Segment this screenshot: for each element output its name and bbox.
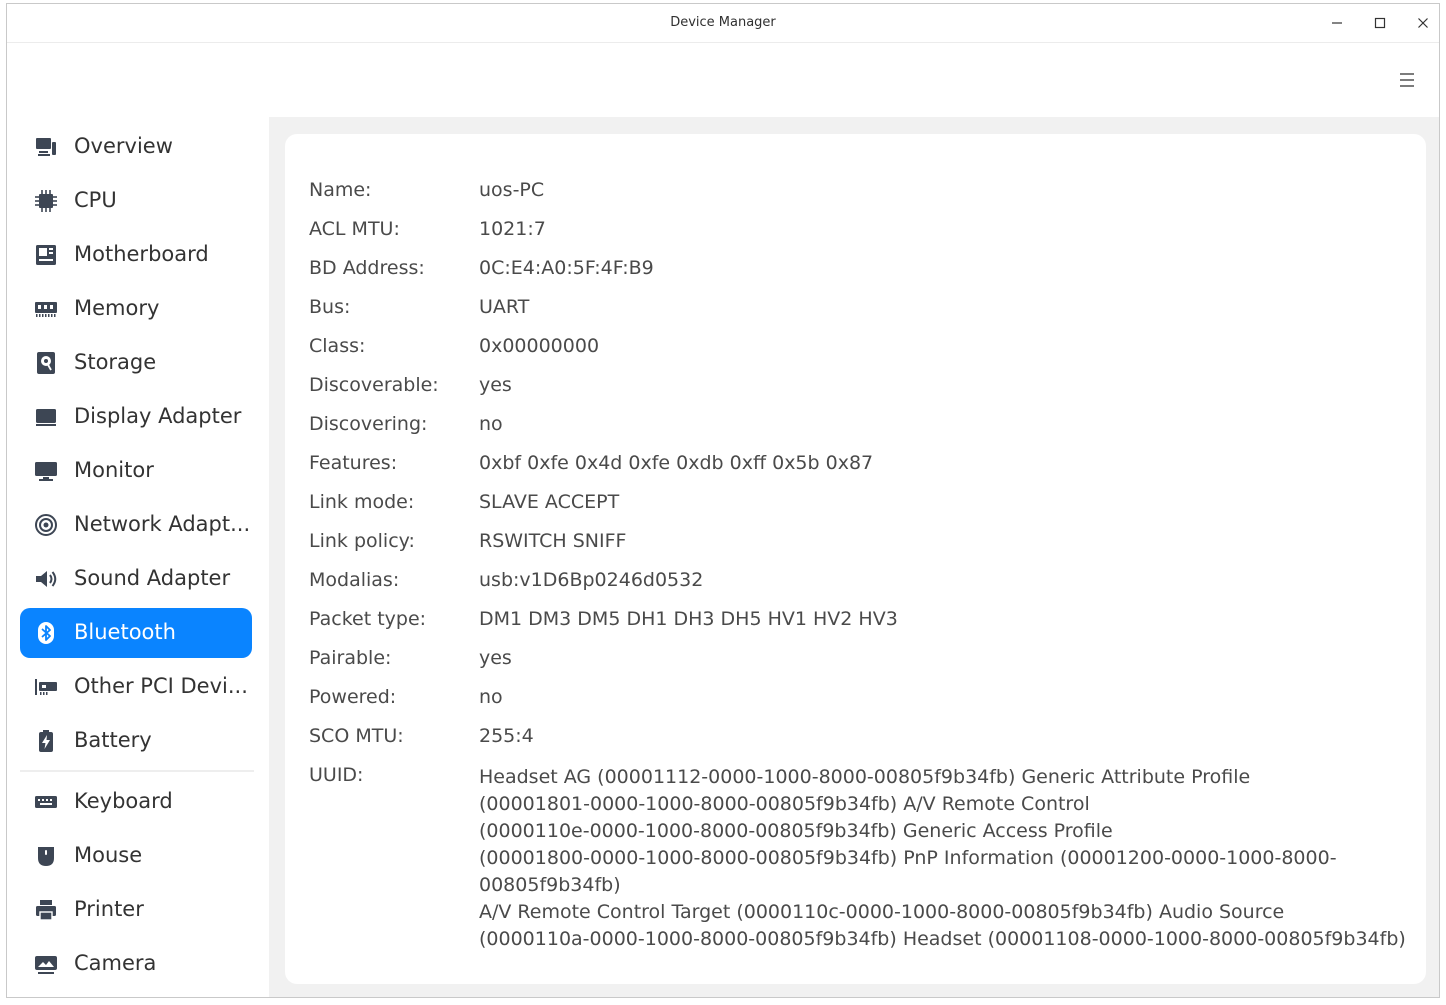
property-value: SLAVE ACCEPT [479, 491, 620, 513]
storage-icon [34, 351, 58, 375]
property-value: yes [479, 647, 512, 669]
sidebar-item-label: Printer [74, 897, 144, 921]
property-value: yes [479, 374, 512, 396]
minimize-icon [1332, 22, 1342, 24]
monitor-icon [34, 459, 58, 483]
sidebar-item-keyboard[interactable]: Keyboard [20, 777, 252, 827]
property-value: no [479, 413, 503, 435]
sidebar-item-label: CPU [74, 188, 117, 212]
property-value: 0xbf 0xfe 0x4d 0xfe 0xdb 0xff 0x5b 0x87 [479, 452, 874, 474]
sidebar-item-label: Sound Adapter [74, 566, 231, 590]
property-value: 0x00000000 [479, 335, 600, 357]
property-value: RSWITCH SNIFF [479, 530, 627, 552]
property-key: Discovering: [309, 413, 428, 435]
motherboard-icon [34, 243, 58, 267]
property-value: no [479, 686, 503, 708]
sidebar-item-motherboard[interactable]: Motherboard [20, 230, 252, 280]
sidebar-item-overview[interactable]: Overview [20, 122, 252, 172]
sidebar-item-label: Bluetooth [74, 620, 176, 644]
uuid-value: Headset AG (00001112-0000-1000-8000-0080… [479, 766, 1406, 950]
network-icon [34, 513, 58, 537]
sidebar-item-storage[interactable]: Storage [20, 338, 252, 388]
overview-icon [34, 135, 58, 159]
property-value: uos-PC [479, 179, 545, 201]
property-key: Bus: [309, 296, 351, 318]
sidebar-item-label: Monitor [74, 458, 154, 482]
close-button[interactable] [1408, 9, 1438, 37]
property-key: UUID: [309, 764, 364, 786]
property-value: UART [479, 296, 530, 318]
property-value: 0C:E4:A0:5F:4F:B9 [479, 257, 654, 279]
sidebar-item-label: Camera [74, 951, 157, 975]
display-adapter-icon [34, 405, 58, 429]
property-key: ACL MTU: [309, 218, 400, 240]
pci-icon [34, 675, 58, 699]
property-key: Features: [309, 452, 398, 474]
property-key: Link policy: [309, 530, 415, 552]
property-key: Powered: [309, 686, 397, 708]
sidebar-item-other-pci-devices[interactable]: Other PCI Devi... [20, 662, 252, 712]
sidebar-item-label: Motherboard [74, 242, 209, 266]
mouse-icon [34, 844, 58, 868]
sidebar-item-label: Overview [74, 134, 173, 158]
property-key: Packet type: [309, 608, 427, 630]
main-menu-button[interactable] [1397, 70, 1417, 90]
sidebar-item-label: Network Adapt... [74, 512, 251, 536]
property-key: Class: [309, 335, 366, 357]
sidebar-item-display-adapter[interactable]: Display Adapter [20, 392, 252, 442]
battery-icon [34, 729, 58, 753]
details-panel: Name: uos-PC ACL MTU: 1021:7 BD Address:… [285, 134, 1426, 984]
sidebar-divider [20, 770, 254, 772]
cpu-icon [34, 189, 58, 213]
sound-icon [34, 567, 58, 591]
property-key: SCO MTU: [309, 725, 404, 747]
sidebar: Overview CPU Motherboard Memory Storage [7, 44, 269, 997]
property-value: 255:4 [479, 725, 534, 747]
window-title: Device Manager [670, 15, 776, 30]
sidebar-item-battery[interactable]: Battery [20, 716, 252, 766]
property-key: Link mode: [309, 491, 415, 513]
property-value: 1021:7 [479, 218, 546, 240]
sidebar-item-network-adapter[interactable]: Network Adapt... [20, 500, 252, 550]
property-value: DM1 DM3 DM5 DH1 DH3 DH5 HV1 HV2 HV3 [479, 608, 898, 630]
sidebar-item-label: Battery [74, 728, 152, 752]
sidebar-item-cpu[interactable]: CPU [20, 176, 252, 226]
sidebar-item-label: Keyboard [74, 789, 173, 813]
minimize-button[interactable] [1322, 9, 1352, 37]
property-key: Name: [309, 179, 372, 201]
memory-icon [34, 297, 58, 321]
sidebar-item-label: Display Adapter [74, 404, 242, 428]
bluetooth-icon [34, 621, 58, 645]
property-key: Modalias: [309, 569, 400, 591]
sidebar-item-monitor[interactable]: Monitor [20, 446, 252, 496]
sidebar-item-memory[interactable]: Memory [20, 284, 252, 334]
property-key: Discoverable: [309, 374, 439, 396]
property-value: usb:v1D6Bp0246d0532 [479, 569, 704, 591]
sidebar-item-label: Memory [74, 296, 160, 320]
sidebar-item-label: Storage [74, 350, 157, 374]
maximize-button[interactable] [1365, 9, 1395, 37]
camera-icon [34, 952, 58, 976]
sidebar-item-camera[interactable]: Camera [20, 939, 252, 989]
property-key: Pairable: [309, 647, 392, 669]
property-key: BD Address: [309, 257, 425, 279]
sidebar-item-mouse[interactable]: Mouse [20, 831, 252, 881]
sidebar-item-label: Mouse [74, 843, 143, 867]
sidebar-item-printer[interactable]: Printer [20, 885, 252, 935]
maximize-icon [1374, 17, 1386, 29]
printer-icon [34, 898, 58, 922]
sidebar-item-label: Other PCI Devi... [74, 674, 248, 698]
keyboard-icon [34, 790, 58, 814]
sidebar-item-sound-adapter[interactable]: Sound Adapter [20, 554, 252, 604]
sidebar-item-bluetooth[interactable]: Bluetooth [20, 608, 252, 658]
device-manager-window: Device Manager Overview CPU Motherboard … [6, 3, 1440, 998]
title-bar: Device Manager [7, 4, 1439, 43]
hamburger-menu-icon [1400, 73, 1414, 87]
close-icon [1418, 18, 1428, 28]
